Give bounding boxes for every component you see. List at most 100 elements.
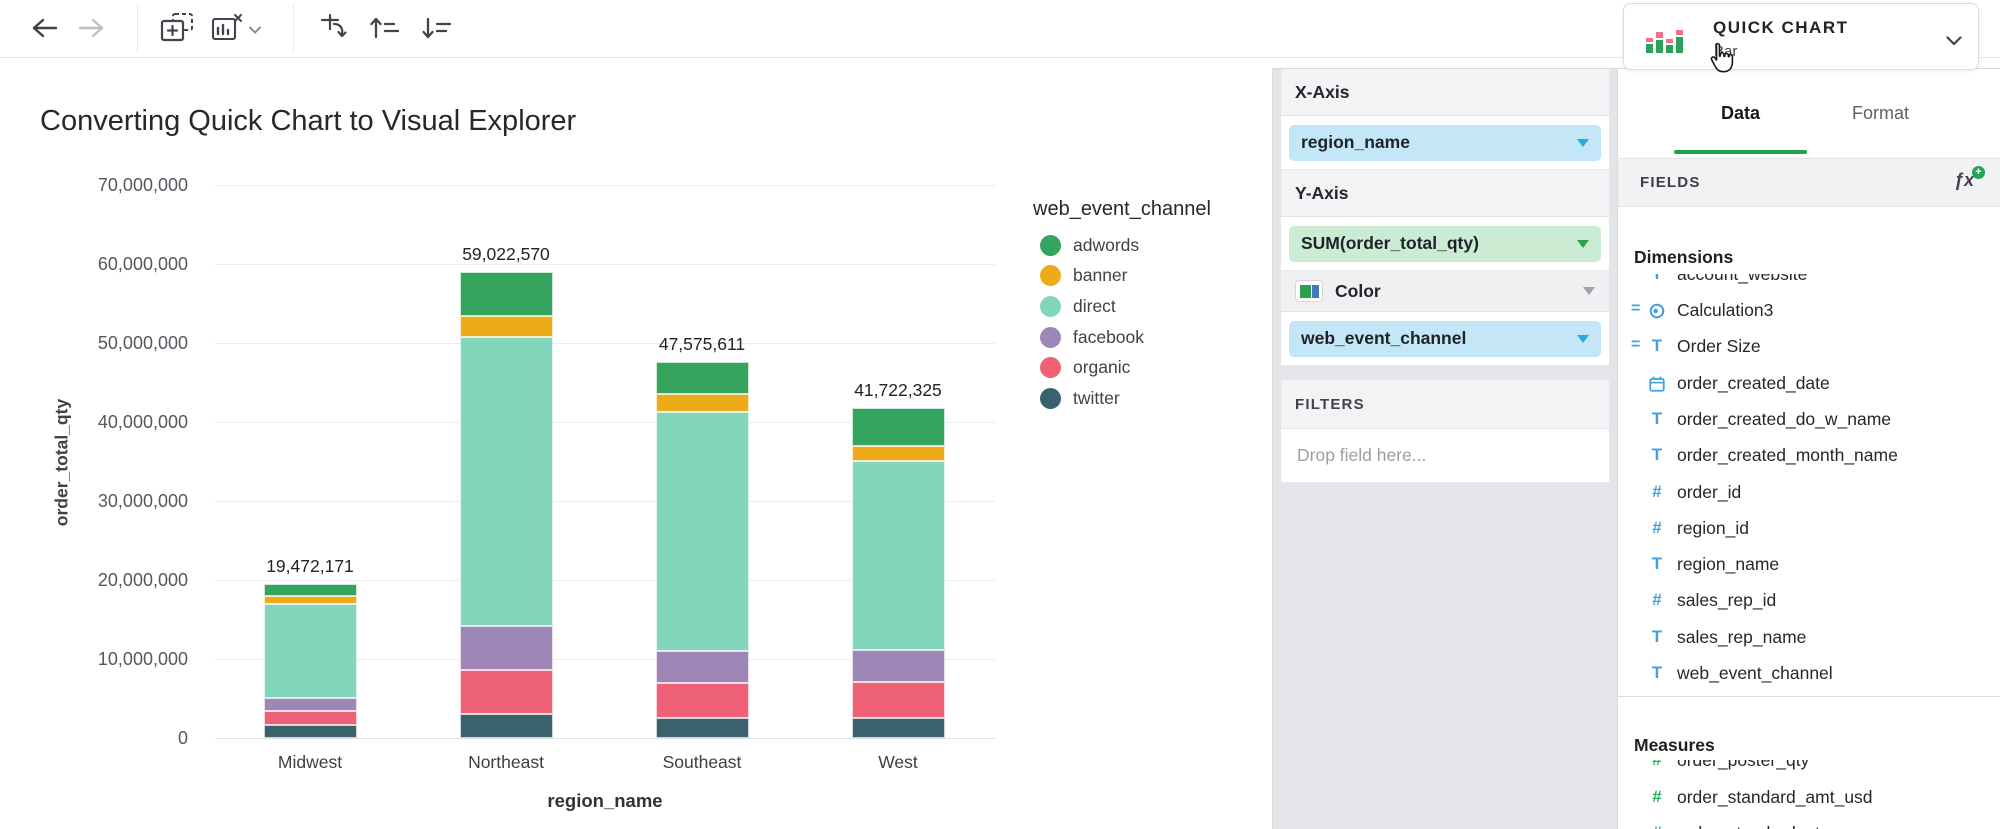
hand-pointer-cursor [1707, 42, 1737, 79]
gridline [215, 343, 995, 344]
gridline [215, 264, 995, 265]
bar-segment-adwords[interactable] [264, 584, 357, 595]
quick-chart-title: QUICK CHART [1713, 18, 1849, 38]
bar-segment-organic[interactable] [852, 682, 945, 718]
bar-segment-organic[interactable] [656, 683, 749, 718]
bar-segment-adwords[interactable] [852, 408, 945, 446]
bar-segment-twitter[interactable] [460, 714, 553, 738]
field-item-order_created_do_w_name[interactable]: Torder_created_do_w_name [1618, 402, 2000, 438]
bar-segment-direct[interactable] [460, 337, 553, 625]
y-axis-title: order_total_qty [52, 363, 73, 563]
legend-item-facebook[interactable]: facebook [1040, 325, 1250, 349]
x-axis-row: region_name [1281, 116, 1609, 170]
dropdown-caret-icon [1577, 240, 1589, 248]
swap-axes-button[interactable] [314, 13, 354, 45]
bar-segment-banner[interactable] [264, 596, 357, 604]
field-item-order_standard_amt_usd[interactable]: #order_standard_amt_usd [1618, 780, 2000, 816]
bar-segment-banner[interactable] [656, 394, 749, 413]
bar-segment-direct[interactable] [852, 461, 945, 650]
x-tick-label: Northeast [416, 752, 596, 773]
add-chart-button[interactable] [158, 13, 198, 45]
quick-chart-selector[interactable]: QUICK CHART Bar [1623, 3, 1979, 70]
filters-section-header: FILTERS [1281, 380, 1609, 429]
dimensions-group-header: Dimensions [1618, 207, 2000, 274]
legend-label: direct [1073, 296, 1116, 317]
bar-segment-twitter[interactable] [852, 718, 945, 738]
fields-list[interactable]: Taccount_website=Calculation3=TOrder Siz… [1618, 207, 2000, 829]
fields-panel: Data Format FIELDS ƒx+ Taccount_website=… [1618, 57, 2000, 829]
bar-segment-direct[interactable] [656, 412, 749, 651]
field-item-order_id[interactable]: #order_id [1618, 475, 2000, 511]
legend-item-adwords[interactable]: adwords [1040, 233, 1250, 257]
legend-swatch-icon [1040, 357, 1061, 378]
chart-options-button[interactable] [208, 13, 264, 45]
bar-segment-facebook[interactable] [460, 626, 553, 671]
legend-title: web_event_channel [1033, 198, 1211, 221]
toolbar-separator [293, 4, 294, 53]
bar-segment-banner[interactable] [460, 316, 553, 337]
dimensions-label: Dimensions [1634, 247, 1733, 268]
color-field-row: web_event_channel [1281, 312, 1609, 366]
bar-segment-facebook[interactable] [656, 651, 749, 683]
bar-segment-organic[interactable] [264, 711, 357, 725]
sort-ascending-button[interactable] [364, 13, 404, 45]
fields-section-header: FIELDS ƒx+ [1618, 158, 2000, 207]
y-tick-label: 50,000,000 [20, 332, 188, 354]
color-swatch-icon [1295, 280, 1323, 302]
field-item-order_standard_qty[interactable]: #order_standard_qty [1618, 816, 2000, 829]
chart-add-icon [160, 12, 196, 47]
field-item-order_created_date[interactable]: order_created_date [1618, 366, 2000, 402]
legend-swatch-icon [1040, 388, 1061, 409]
x-tick-label: Southeast [612, 752, 792, 773]
legend-item-direct[interactable]: direct [1040, 294, 1250, 318]
x-axis-title: region_name [455, 790, 755, 812]
tab-format[interactable]: Format [1814, 68, 1947, 158]
legend-swatch-icon [1040, 296, 1061, 317]
y-axis-field-label: SUM(order_total_qty) [1301, 233, 1479, 254]
field-item-Calculation3[interactable]: =Calculation3 [1618, 293, 2000, 329]
equals-prefix-icon: = [1631, 336, 1640, 354]
field-item-web_event_channel[interactable]: Tweb_event_channel [1618, 656, 2000, 692]
bar-segment-organic[interactable] [460, 670, 553, 714]
gridline [215, 185, 995, 186]
bar-segment-adwords[interactable] [460, 272, 553, 316]
chart-config-panel: X-Axis region_name Y-Axis SUM(order_tota… [1272, 57, 1618, 829]
bar-segment-banner[interactable] [852, 446, 945, 461]
field-item-region_name[interactable]: Tregion_name [1618, 547, 2000, 583]
y-axis-field-pill[interactable]: SUM(order_total_qty) [1289, 226, 1601, 262]
field-item-sales_rep_name[interactable]: Tsales_rep_name [1618, 620, 2000, 656]
filters-drop-zone[interactable]: Drop field here... [1281, 429, 1609, 483]
bar-segment-twitter[interactable] [656, 718, 749, 738]
forward-button[interactable] [72, 13, 112, 45]
legend-item-banner[interactable]: banner [1040, 264, 1250, 288]
back-button[interactable] [24, 13, 64, 45]
app-window: QUICK CHART Bar Converting Quick Chart t… [0, 0, 2000, 829]
legend-swatch-icon [1040, 327, 1061, 348]
legend-item-twitter[interactable]: twitter [1040, 387, 1250, 411]
color-encoding-row[interactable]: Color [1281, 271, 1609, 312]
bar-segment-direct[interactable] [264, 604, 357, 698]
bar-segment-twitter[interactable] [264, 725, 357, 738]
field-item-sales_rep_id[interactable]: #sales_rep_id [1618, 583, 2000, 619]
dropdown-caret-icon [1583, 287, 1595, 295]
sort-descending-button[interactable] [416, 13, 456, 45]
bar-segment-adwords[interactable] [656, 362, 749, 394]
measures-group-header: Measures [1618, 714, 2000, 760]
tab-data[interactable]: Data [1674, 68, 1807, 158]
field-item-order_created_month_name[interactable]: Torder_created_month_name [1618, 438, 2000, 474]
color-field-pill[interactable]: web_event_channel [1289, 321, 1601, 357]
legend-swatch-icon [1040, 265, 1061, 286]
chart-remove-icon [211, 13, 245, 46]
sort-ascending-icon [368, 15, 400, 44]
x-axis-field-pill[interactable]: region_name [1289, 125, 1601, 161]
bar-segment-facebook[interactable] [852, 650, 945, 682]
bar-segment-facebook[interactable] [264, 698, 357, 711]
add-calculation-button[interactable]: ƒx+ [1954, 170, 1974, 191]
legend-item-organic[interactable]: organic [1040, 356, 1250, 380]
field-item-Order Size[interactable]: =TOrder Size [1618, 329, 2000, 365]
y-tick-label: 30,000,000 [20, 490, 188, 512]
equals-prefix-icon: = [1631, 300, 1640, 318]
bar-total-label: 19,472,171 [220, 556, 400, 577]
color-row-label: Color [1335, 281, 1571, 302]
field-item-region_id[interactable]: #region_id [1618, 511, 2000, 547]
